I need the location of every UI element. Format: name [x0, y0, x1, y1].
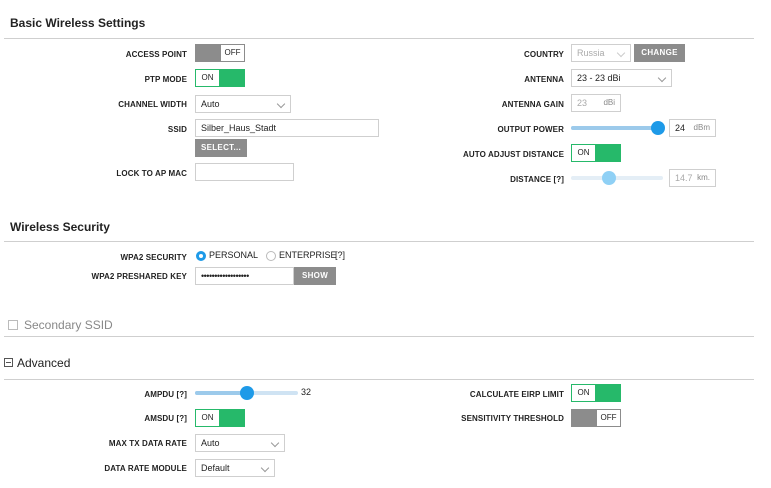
distance-slider-handle	[602, 171, 617, 185]
output-power-value: 24	[675, 123, 686, 133]
antenna-value: 23 - 23 dBi	[577, 73, 621, 83]
channel-width-label: CHANNEL WIDTH	[118, 100, 187, 109]
country-select[interactable]: Russia	[571, 44, 631, 62]
divider	[4, 336, 754, 337]
wpa2-help-link[interactable]: [?]	[335, 250, 345, 260]
channel-width-select[interactable]: Auto	[195, 95, 291, 113]
max-tx-data-rate-label: MAX TX DATA RATE	[108, 439, 187, 448]
antenna-select[interactable]: 23 - 23 dBi	[571, 69, 672, 87]
amsdu-label: AMSDU [?]	[144, 414, 187, 423]
wpa2-preshared-key-label: WPA2 PRESHARED KEY	[91, 272, 187, 281]
ampdu-slider-handle[interactable]	[239, 386, 254, 400]
toggle-knob	[220, 69, 245, 87]
divider	[4, 241, 754, 242]
ssid-input[interactable]: Silber_Haus_Stadt	[195, 119, 379, 137]
wpa2-enterprise-label[interactable]: ENTERPRISE	[279, 250, 337, 260]
section-title-wireless-security: Wireless Security	[10, 220, 110, 234]
output-power-input[interactable]: 24 dBm	[669, 119, 716, 137]
data-rate-module-label: DATA RATE MODULE	[104, 464, 187, 473]
access-point-label: ACCESS POINT	[125, 50, 187, 59]
show-key-button[interactable]: SHOW	[294, 267, 336, 285]
chevron-down-icon	[270, 438, 280, 448]
wpa2-personal-radio[interactable]	[196, 251, 206, 261]
toggle-state: OFF	[596, 409, 621, 427]
toggle-state: OFF	[220, 44, 245, 62]
distance-label: DISTANCE [?]	[510, 175, 564, 184]
lock-to-ap-mac-label: LOCK TO AP MAC	[116, 169, 187, 178]
country-change-button[interactable]: CHANGE	[634, 44, 685, 62]
data-rate-module-select[interactable]: Default	[195, 459, 275, 477]
distance-input: 14.7 km.	[669, 169, 716, 187]
secondary-ssid-label: Secondary SSID	[24, 318, 113, 332]
country-value: Russia	[577, 48, 605, 58]
section-title-basic-wireless: Basic Wireless Settings	[10, 16, 146, 30]
distance-slider-track	[571, 176, 663, 180]
ssid-select-button[interactable]: SELECT...	[195, 139, 247, 157]
divider	[4, 379, 754, 380]
auto-adjust-distance-label: AUTO ADJUST DISTANCE	[463, 150, 564, 159]
toggle-state: ON	[195, 409, 220, 427]
wpa2-personal-label[interactable]: PERSONAL	[209, 250, 258, 260]
toggle-knob	[220, 409, 245, 427]
calculate-eirp-limit-toggle[interactable]: ON	[571, 384, 621, 402]
chevron-down-icon	[657, 73, 667, 83]
wpa2-enterprise-radio[interactable]	[266, 251, 276, 261]
lock-to-ap-mac-input[interactable]	[195, 163, 294, 181]
wpa2-security-label: WPA2 SECURITY	[120, 253, 187, 262]
toggle-knob	[596, 384, 621, 402]
access-point-toggle[interactable]: OFF	[195, 44, 245, 62]
antenna-gain-unit: dBi	[603, 98, 615, 107]
antenna-gain-label: ANTENNA GAIN	[501, 100, 564, 109]
section-title-advanced[interactable]: Advanced	[17, 356, 70, 370]
antenna-gain-value: 23	[577, 98, 588, 108]
wpa2-preshared-key-input[interactable]: ••••••••••••••••••	[195, 267, 294, 285]
ptp-mode-toggle[interactable]: ON	[195, 69, 245, 87]
antenna-gain-input: 23 dBi	[571, 94, 621, 112]
chevron-down-icon	[260, 463, 270, 473]
secondary-ssid-checkbox[interactable]	[8, 320, 18, 330]
collapse-icon[interactable]	[4, 358, 13, 367]
ampdu-slider-fill	[195, 391, 247, 395]
ptp-mode-label: PTP MODE	[144, 75, 187, 84]
sensitivity-threshold-toggle[interactable]: OFF	[571, 409, 621, 427]
channel-width-value: Auto	[201, 99, 220, 109]
max-tx-data-rate-value: Auto	[201, 438, 220, 448]
data-rate-module-value: Default	[201, 463, 230, 473]
output-power-slider-handle[interactable]	[651, 121, 665, 135]
ampdu-value: 32	[301, 387, 312, 397]
output-power-unit: dBm	[693, 123, 710, 132]
ssid-label: SSID	[167, 125, 187, 134]
toggle-state: ON	[571, 144, 596, 162]
sensitivity-threshold-label: SENSITIVITY THRESHOLD	[461, 414, 564, 423]
toggle-state: ON	[571, 384, 596, 402]
auto-adjust-distance-toggle[interactable]: ON	[571, 144, 621, 162]
country-label: COUNTRY	[524, 50, 564, 59]
output-power-label: OUTPUT POWER	[497, 125, 564, 134]
chevron-down-icon	[616, 48, 626, 58]
toggle-knob	[571, 409, 596, 427]
ampdu-label: AMPDU [?]	[144, 390, 187, 399]
distance-value: 14.7	[675, 173, 693, 183]
output-power-slider-fill	[571, 126, 658, 130]
max-tx-data-rate-select[interactable]: Auto	[195, 434, 285, 452]
divider	[4, 38, 754, 39]
antenna-label: ANTENNA	[524, 75, 564, 84]
toggle-state: ON	[195, 69, 220, 87]
distance-unit: km.	[697, 173, 710, 182]
chevron-down-icon	[276, 99, 286, 109]
toggle-knob	[596, 144, 621, 162]
calculate-eirp-limit-label: CALCULATE EIRP LIMIT	[469, 390, 564, 399]
toggle-knob	[195, 44, 220, 62]
amsdu-toggle[interactable]: ON	[195, 409, 245, 427]
